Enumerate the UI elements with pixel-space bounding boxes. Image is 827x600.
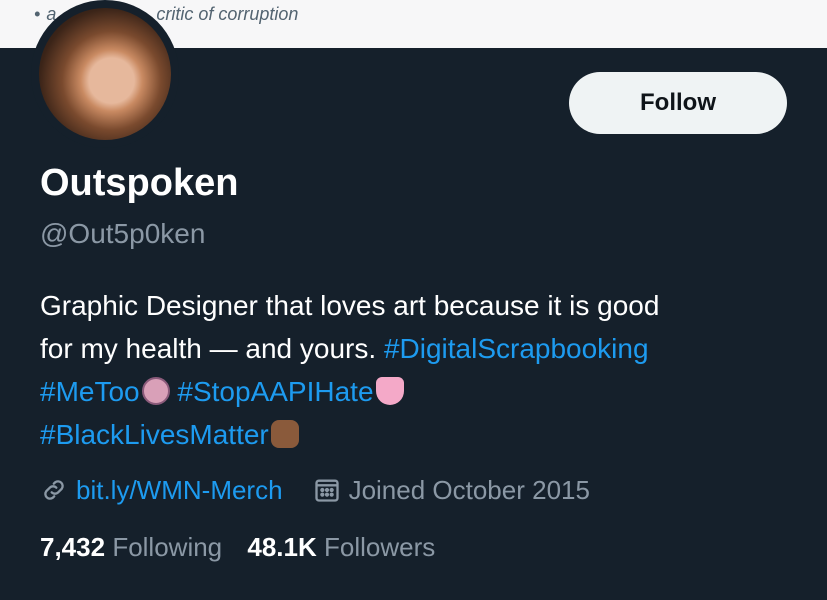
following-label: Following bbox=[112, 532, 223, 562]
calendar-icon bbox=[313, 476, 341, 504]
raised-hand-emoji-icon bbox=[141, 377, 170, 405]
profile-meta: bit.ly/WMN-Merch Joined October 2015 bbox=[40, 474, 590, 506]
hashtag-blacklivesmatter[interactable]: #BlackLivesMatter bbox=[40, 419, 269, 450]
profile-name: Outspoken bbox=[40, 162, 239, 204]
avatar[interactable] bbox=[31, 0, 179, 148]
followers-count: 48.1K bbox=[247, 532, 317, 562]
link-icon bbox=[40, 476, 68, 504]
joined-date: Joined October 2015 bbox=[348, 474, 590, 505]
hashtag-stopaapihate[interactable]: #StopAAPIHate bbox=[177, 376, 373, 407]
lotus-emoji-icon bbox=[375, 377, 404, 405]
bio-line-2: for my health — and yours. bbox=[40, 333, 377, 364]
profile-website-link[interactable]: bit.ly/WMN-Merch bbox=[76, 475, 283, 506]
follow-button[interactable]: Follow bbox=[569, 72, 787, 134]
hashtag-metoo[interactable]: #MeToo bbox=[40, 376, 140, 407]
avatar-photo bbox=[39, 8, 171, 140]
followers-label: Followers bbox=[324, 532, 436, 562]
followers-stat[interactable]: 48.1K Followers bbox=[247, 532, 435, 562]
hashtag-digitalscrapbooking[interactable]: #DigitalScrapbooking bbox=[384, 333, 649, 364]
following-stat[interactable]: 7,432 Following bbox=[40, 532, 222, 562]
follow-stats: 7,432 Following 48.1K Followers bbox=[40, 532, 453, 563]
bio-line-1: Graphic Designer that loves art because … bbox=[40, 290, 660, 321]
profile-handle: @Out5p0ken bbox=[40, 218, 206, 249]
following-count: 7,432 bbox=[40, 532, 106, 562]
raised-fists-emoji-icon bbox=[270, 420, 299, 448]
profile-bio: Graphic Designer that loves art because … bbox=[40, 284, 800, 456]
